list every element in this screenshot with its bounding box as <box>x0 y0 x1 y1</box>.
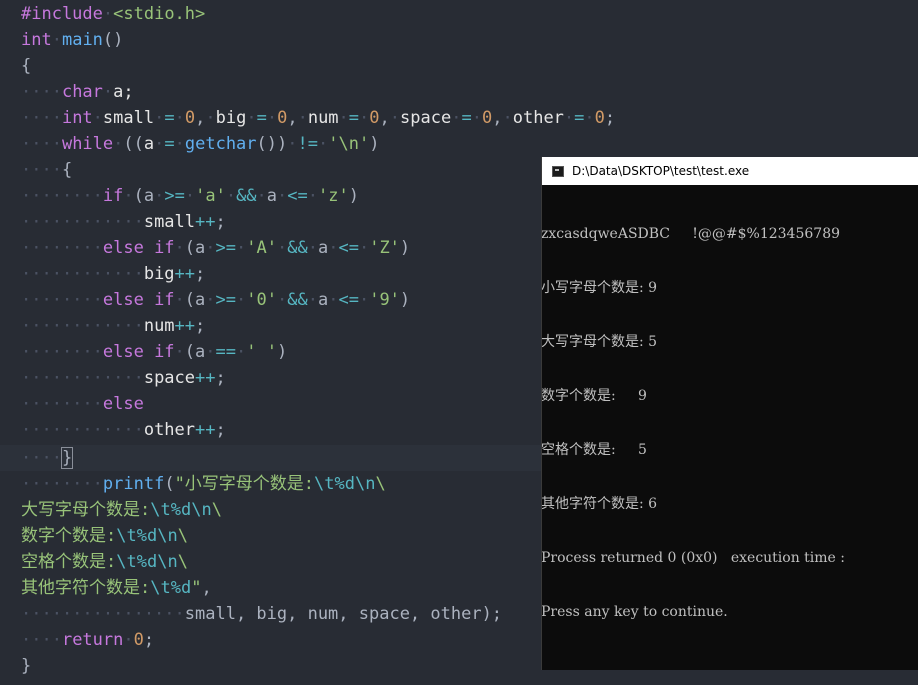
code-line-17: ············other++; <box>21 420 226 440</box>
include-header: <stdio.h> <box>113 4 206 24</box>
code-line-6: ····while·((a·=·getchar())·!=·'\n') <box>21 134 380 154</box>
console-line: zxcasdqweASDBC !@@#$%123456789 <box>541 226 841 242</box>
code-line-8: ········if·(a·>=·'a'·&&·a·<=·'z') <box>21 186 359 206</box>
code-line-2: int·main() <box>21 30 124 50</box>
console-line: 空格个数是: 5 <box>541 442 647 458</box>
code-line-19: ········printf("小写字母个数是:\t%d\n\ <box>21 474 386 494</box>
console-line: 数字个数是: 9 <box>541 388 647 404</box>
code-line-21: 数字个数是:\t%d\n\ <box>21 526 188 546</box>
return-type: int <box>21 30 52 50</box>
console-line: Process returned 0 (0x0) execution time … <box>541 550 846 566</box>
code-line-25: ····return·0; <box>21 630 155 650</box>
code-line-5: ····int·small·=·0,·big·=·0,·num·=·0,·spa… <box>21 108 616 128</box>
code-line-7: ····{ <box>21 160 73 180</box>
console-app-icon <box>552 165 564 177</box>
code-line-10: ········else if·(a·>=·'A'·&&·a·<=·'Z') <box>21 238 411 258</box>
open-brace: { <box>21 56 32 76</box>
matched-brace: } <box>60 447 74 469</box>
console-line: 大写字母个数是: 5 <box>541 334 658 350</box>
code-line-13: ············num++; <box>21 316 206 336</box>
code-line-16: ········else <box>21 394 144 414</box>
code-line-1: #include·<stdio.h> <box>21 4 206 24</box>
console-line: 其他字符个数是: 6 <box>541 496 658 512</box>
code-line-15: ············space++; <box>21 368 226 388</box>
console-output: zxcasdqweASDBC !@@#$%123456789 小写字母个数是: … <box>542 185 918 657</box>
console-window[interactable]: D:\Data\DSKTOP\test\test.exe zxcasdqweAS… <box>541 157 918 670</box>
code-line-11: ············big++; <box>21 264 206 284</box>
console-titlebar[interactable]: D:\Data\DSKTOP\test\test.exe <box>542 157 918 185</box>
code-line-20: 大写字母个数是:\t%d\n\ <box>21 500 222 520</box>
console-line: Press any key to continue. <box>541 604 728 620</box>
code-line-14: ········else if·(a·==·' ') <box>21 342 288 362</box>
console-line: 小写字母个数是: 9 <box>541 280 658 296</box>
code-line-23: 其他字符个数是:\t%d", <box>21 578 212 598</box>
function-name: main <box>61 30 103 50</box>
code-line-26: } <box>21 656 32 676</box>
preprocessor-directive: #include <box>21 4 103 24</box>
console-title: D:\Data\DSKTOP\test\test.exe <box>572 164 750 178</box>
code-line-22: 空格个数是:\t%d\n\ <box>21 552 188 572</box>
code-line-4: ····char·a; <box>21 82 134 102</box>
code-line-9: ············small++; <box>21 212 226 232</box>
code-line-12: ········else if·(a·>=·'0'·&&·a·<=·'9') <box>21 290 411 310</box>
code-line-24: ················small, big, num, space, … <box>21 604 503 624</box>
code-line-3: { <box>21 53 31 79</box>
